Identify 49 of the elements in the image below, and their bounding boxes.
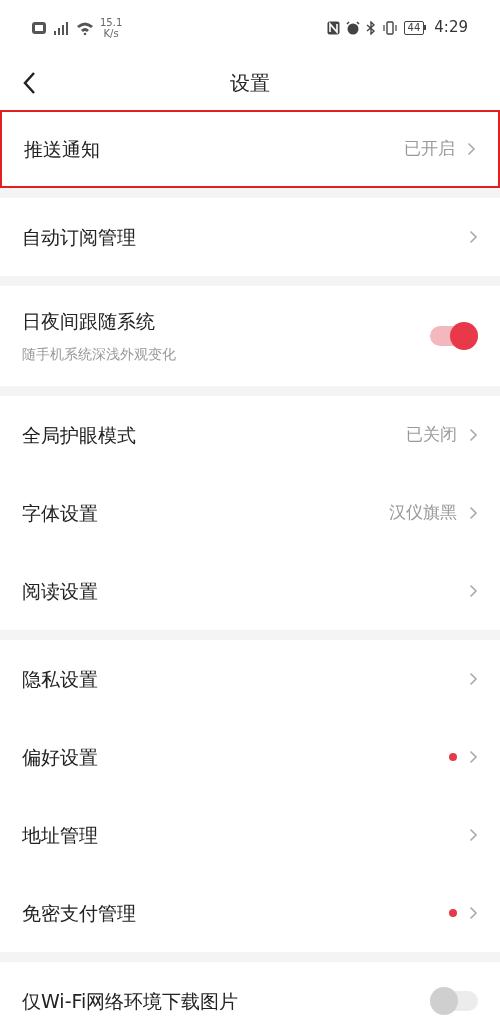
signal-icon: [52, 20, 70, 35]
row-label: 日夜间跟随系统: [22, 309, 156, 335]
chevron-icon: [469, 750, 478, 764]
network-speed: 15.1: [100, 16, 123, 28]
battery-level: 44: [403, 20, 425, 35]
chevron-icon: [469, 906, 478, 920]
row-label: 推送通知: [24, 136, 101, 162]
settings-row[interactable]: 隐私设置: [0, 640, 500, 718]
row-label: 免密支付管理: [22, 900, 137, 926]
vibrate-icon: [381, 20, 398, 35]
row-label: 地址管理: [22, 822, 99, 848]
row-label: 偏好设置: [22, 744, 99, 770]
row-label: 自动订阅管理: [22, 224, 137, 250]
wifi-icon: [76, 20, 94, 35]
chevron-icon: [469, 506, 478, 520]
page-title: 设置: [230, 69, 270, 97]
row-label: 仅Wi-Fi网络环境下载图片: [22, 988, 240, 1014]
row-value: 汉仪旗黑: [389, 501, 457, 525]
chevron-icon: [469, 230, 478, 244]
chevron-icon: [469, 672, 478, 686]
chevron-icon: [469, 828, 478, 842]
settings-row[interactable]: 阅读设置: [0, 552, 500, 630]
chevron-icon: [467, 142, 476, 156]
toggle-switch[interactable]: [430, 987, 478, 1015]
chevron-icon: [469, 428, 478, 442]
back-icon[interactable]: [22, 70, 36, 95]
settings-row[interactable]: 免密支付管理: [0, 874, 500, 952]
toggle-switch[interactable]: [430, 322, 478, 350]
row-label: 全局护眼模式: [22, 422, 137, 448]
settings-row[interactable]: 日夜间跟随系统 随手机系统深浅外观变化: [0, 286, 500, 386]
settings-row[interactable]: 自动订阅管理: [0, 198, 500, 276]
settings-row[interactable]: 字体设置 汉仪旗黑: [0, 474, 500, 552]
bluetooth-icon: [365, 20, 376, 35]
network-speed-unit: K/s: [103, 27, 119, 39]
settings-row[interactable]: 地址管理: [0, 796, 500, 874]
clock: 4:29: [434, 17, 468, 39]
alarm-icon: [345, 20, 360, 35]
row-label: 隐私设置: [22, 666, 99, 692]
settings-row[interactable]: 偏好设置: [0, 718, 500, 796]
row-value: 已关闭: [406, 423, 457, 447]
nfc-icon: [326, 20, 340, 35]
chevron-icon: [469, 584, 478, 598]
row-value: 已开启: [404, 137, 455, 161]
row-label: 阅读设置: [22, 578, 99, 604]
settings-row[interactable]: 仅Wi-Fi网络环境下载图片: [0, 962, 500, 1030]
settings-row[interactable]: 全局护眼模式 已关闭: [0, 396, 500, 474]
row-label: 字体设置: [22, 500, 99, 526]
settings-row[interactable]: 推送通知 已开启: [0, 110, 500, 188]
row-subtitle: 随手机系统深浅外观变化: [22, 344, 177, 364]
